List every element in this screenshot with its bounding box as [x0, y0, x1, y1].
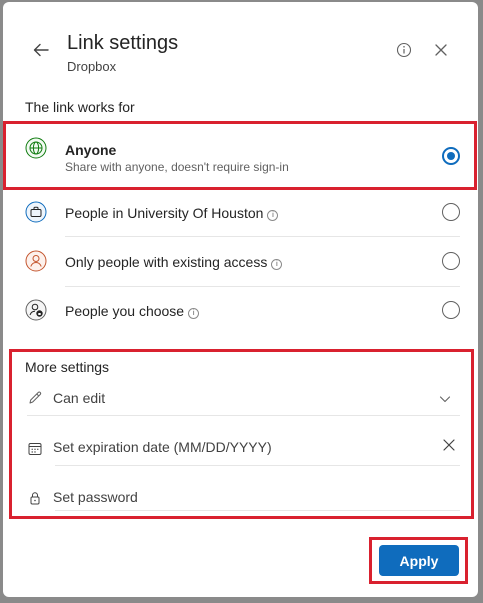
- close-icon[interactable]: [433, 42, 449, 58]
- person-lock-icon: [25, 299, 47, 321]
- info-icon[interactable]: i: [188, 308, 200, 319]
- info-icon[interactable]: i: [267, 210, 279, 221]
- person-icon: [25, 250, 47, 272]
- radio-university[interactable]: [442, 203, 460, 221]
- info-icon[interactable]: i: [271, 259, 283, 270]
- dialog-title: Link settings: [67, 32, 179, 54]
- highlight-box-anyone: [3, 121, 477, 190]
- option-people-you-choose-label: People you choose i: [65, 303, 200, 319]
- link-settings-dialog: Link settings Dropbox The link works for…: [3, 2, 478, 597]
- radio-people-you-choose[interactable]: [442, 301, 460, 319]
- link-works-for-label: The link works for: [25, 99, 135, 115]
- option-university-label: People in University Of Houston i: [65, 205, 279, 221]
- highlight-box-apply: [369, 537, 468, 584]
- option-existing-access-label: Only people with existing access i: [65, 254, 283, 270]
- radio-existing-access[interactable]: [442, 252, 460, 270]
- back-arrow-icon[interactable]: [31, 40, 51, 60]
- briefcase-icon: [25, 201, 47, 223]
- option-existing-access[interactable]: Only people with existing access i: [23, 237, 460, 285]
- option-people-you-choose[interactable]: People you choose i: [23, 286, 460, 334]
- info-icon[interactable]: [396, 42, 412, 58]
- option-university[interactable]: People in University Of Houston i: [23, 188, 460, 236]
- highlight-box-more-settings: [9, 349, 474, 519]
- dialog-subtitle: Dropbox: [67, 59, 117, 74]
